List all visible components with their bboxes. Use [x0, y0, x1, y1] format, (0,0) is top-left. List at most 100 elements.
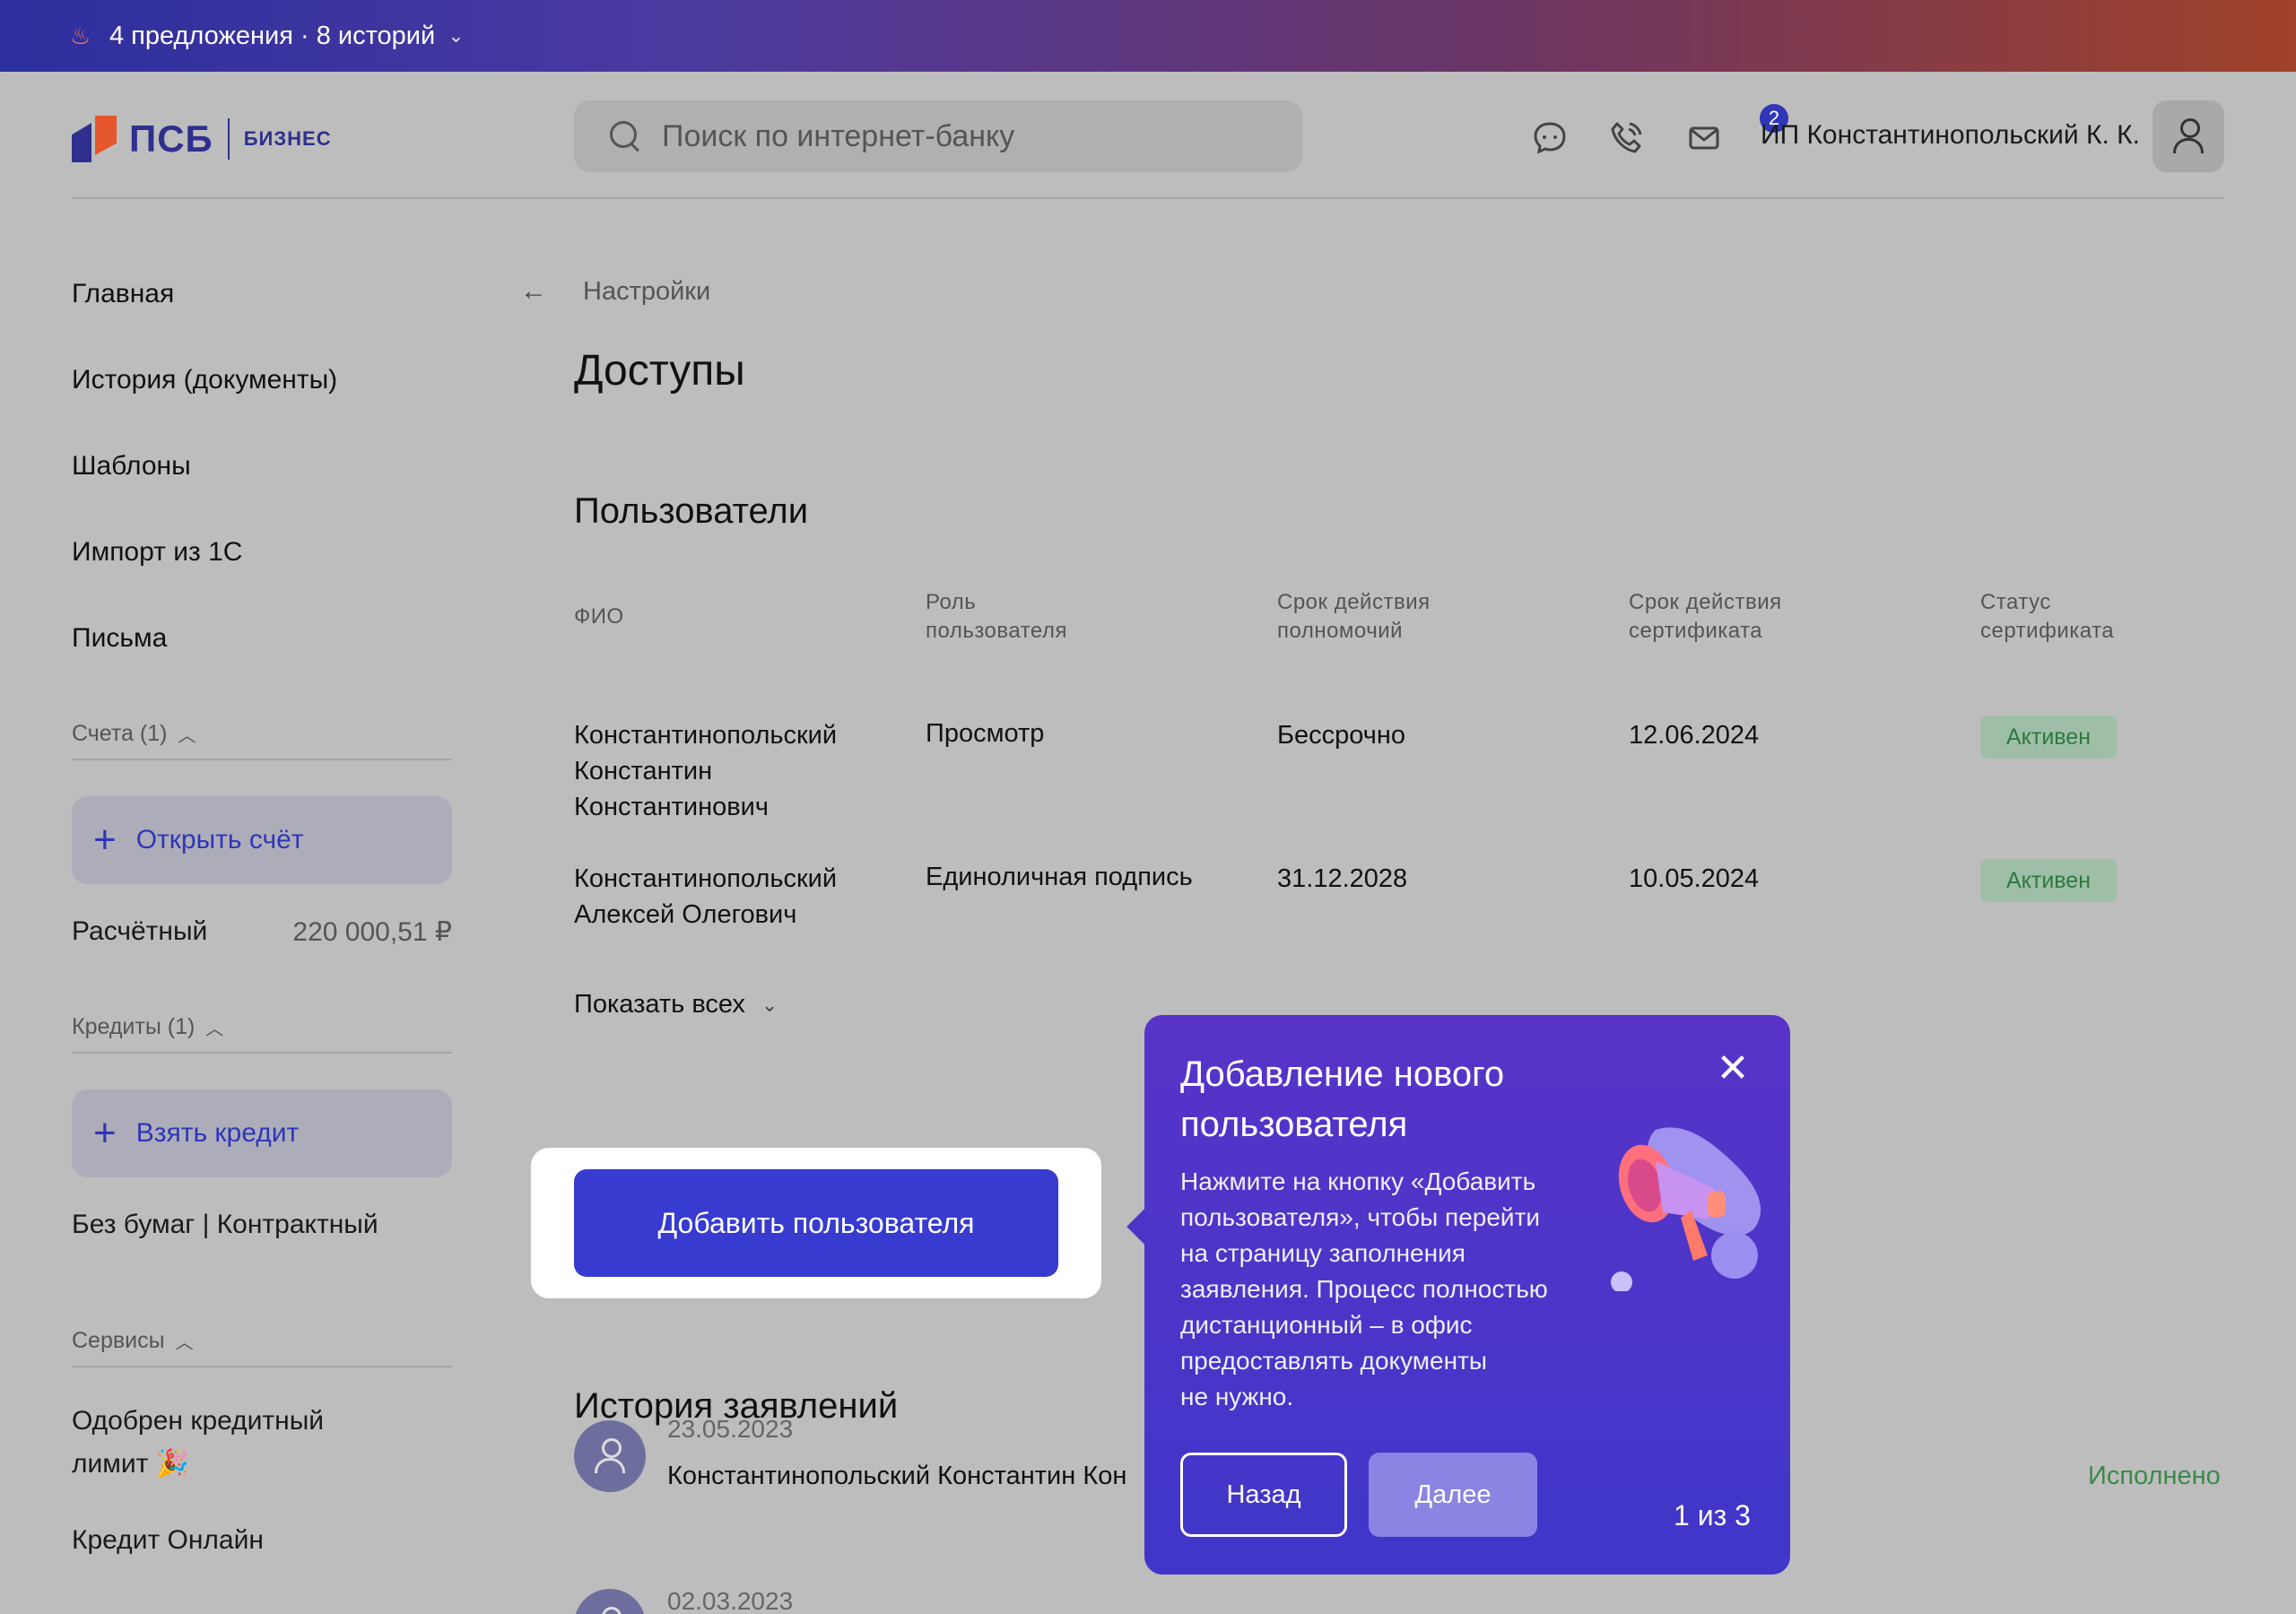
profile-button[interactable] [2152, 100, 2224, 172]
account-row[interactable]: Расчётный 220 000,51 ₽ [72, 916, 452, 948]
popover-text-line: Нажмите на кнопку «Добавить [1180, 1167, 1536, 1195]
sidebar-item-letters[interactable]: Письма [72, 620, 452, 721]
user-1-name-line2: Константин [574, 757, 713, 785]
user-row-1-cert: 12.06.2024 [1629, 721, 1760, 750]
user-row-2-cert: 10.05.2024 [1629, 864, 1760, 893]
popover-text-line: пользователя», чтобы перейти [1180, 1203, 1541, 1231]
sidebar-item-home[interactable]: Главная [72, 276, 452, 362]
popover-text-line: предоставлять документы [1180, 1347, 1488, 1375]
user-row-2-term: 31.12.2028 [1277, 864, 1408, 893]
column-header-status-line1: Статус [1980, 590, 2051, 614]
stories-promo-text: 4 предложения · 8 историй [109, 21, 436, 50]
search-input[interactable] [662, 118, 1290, 154]
psb-logo-mark-icon [72, 116, 117, 162]
user-row-2-name[interactable]: Константинопольский Алексей Олегович [574, 861, 837, 933]
popover-step-counter: 1 из 3 [1674, 1499, 1751, 1532]
user-row-1-name[interactable]: Константинопольский Константин Константи… [574, 717, 837, 825]
column-header-role-line1: Роль [926, 590, 977, 614]
credit-product[interactable]: Без бумаг | Контрактный [72, 1210, 452, 1240]
services-section-header[interactable]: Сервисы ︿ [72, 1328, 452, 1367]
user-row-1-term: Бессрочно [1277, 721, 1406, 750]
service-approved-limit-line1: Одобрен кредитный [72, 1406, 325, 1436]
mail-icon[interactable] [1683, 117, 1725, 158]
take-credit-label: Взять кредит [135, 1118, 300, 1148]
popover-text-line: на страницу заполнения [1180, 1239, 1465, 1267]
open-account-button[interactable]: + Открыть счёт [72, 796, 452, 884]
company-name[interactable]: ИП Константинопольский К. К. [1761, 120, 2140, 151]
column-header-term: Срок действия полномочий [1277, 588, 1431, 646]
plus-icon: + [93, 1111, 117, 1155]
accounts-section-header[interactable]: Счета (1) ︿ [72, 721, 452, 760]
credits-section-header[interactable]: Кредиты (1) ︿ [72, 1014, 452, 1054]
chevron-up-icon: ︿ [175, 1333, 194, 1353]
user-2-name-line2: Алексей Олегович [574, 900, 797, 929]
user-2-name-line1: Константинопольский [574, 864, 838, 893]
column-header-status-line2: сертификата [1980, 619, 2115, 643]
add-user-button[interactable]: Добавить пользователя [574, 1169, 1058, 1277]
users-section-title: Пользователи [574, 491, 809, 531]
avatar [574, 1589, 646, 1614]
sidebar-item-templates[interactable]: Шаблоны [72, 448, 452, 534]
user-row-1-role: Просмотр [926, 719, 1045, 748]
user-icon [595, 1607, 625, 1614]
show-all-button[interactable]: Показать всех ⌄ [574, 990, 778, 1020]
column-header-term-line1: Срок действия [1277, 590, 1431, 614]
megaphone-icon [1602, 1112, 1772, 1293]
avatar [574, 1420, 646, 1492]
phone-icon[interactable] [1606, 117, 1648, 158]
popover-next-button[interactable]: Далее [1369, 1453, 1537, 1537]
column-header-role: Роль пользователя [926, 588, 1067, 646]
sidebar-item-history[interactable]: История (документы) [72, 362, 452, 448]
popover-text: Нажмите на кнопку «Добавить пользователя… [1180, 1164, 1602, 1415]
history-item-2-date: 02.03.2023 [667, 1587, 794, 1614]
sidebar: Главная История (документы) Шаблоны Импо… [72, 276, 452, 1556]
close-icon[interactable]: ✕ [1713, 1049, 1752, 1090]
chevron-down-icon: ⌄ [448, 24, 465, 47]
service-approved-limit[interactable]: Одобрен кредитный лимит 🎉 [72, 1400, 452, 1486]
column-header-cert-line2: сертификата [1629, 619, 1763, 643]
chevron-down-icon: ⌄ [761, 993, 778, 1016]
search-icon [608, 119, 642, 153]
user-icon [2173, 118, 2204, 154]
account-name: Расчётный [72, 916, 208, 946]
sidebar-item-import-1c[interactable]: Импорт из 1С [72, 534, 452, 620]
breadcrumb-settings[interactable]: Настройки [583, 277, 710, 307]
chevron-up-icon: ︿ [178, 726, 196, 746]
psb-logo[interactable]: ПСБ БИЗНЕС [72, 113, 332, 165]
breadcrumb[interactable]: ← Настройки [520, 276, 710, 307]
user-icon [595, 1438, 625, 1474]
column-header-term-line2: полномочий [1277, 619, 1404, 643]
logo-main-text: ПСБ [129, 117, 213, 160]
open-account-label: Открыть счёт [135, 825, 304, 855]
take-credit-button[interactable]: + Взять кредит [72, 1089, 452, 1177]
credits-section-title: Кредиты (1) [72, 1014, 196, 1039]
onboarding-popover: Добавление нового пользователя ✕ Нажмите… [1126, 1015, 1790, 1575]
header: ПСБ БИЗНЕС 2 ИП Константинопольский К. К… [72, 72, 2224, 199]
popover-back-button[interactable]: Назад [1180, 1453, 1347, 1537]
popover-text-line: заявления. Процесс полностью [1180, 1275, 1548, 1303]
column-header-role-line2: пользователя [926, 619, 1067, 643]
arrow-left-icon[interactable]: ← [520, 276, 547, 307]
page: ПСБ БИЗНЕС 2 ИП Константинопольский К. К… [0, 72, 2296, 1614]
history-item-1-name[interactable]: Константинопольский Константин Кон [667, 1462, 1126, 1491]
user-1-name-line3: Константинович [574, 793, 769, 821]
show-all-label: Показать всех [574, 990, 745, 1019]
popover-tail [1126, 1209, 1162, 1245]
page-title: Доступы [574, 347, 745, 395]
service-approved-limit-line2: лимит 🎉 [72, 1449, 190, 1479]
column-header-cert: Срок действия сертификата [1629, 588, 1782, 646]
user-1-name-line1: Константинопольский [574, 721, 838, 750]
history-item-1-status: Исполнено [2088, 1462, 2221, 1490]
search-bar[interactable] [574, 100, 1302, 172]
user-row-2-role: Единоличная подпись [926, 863, 1193, 891]
logo-sub-text: БИЗНЕС [243, 127, 332, 150]
column-header-cert-line1: Срок действия [1629, 590, 1782, 614]
status-badge: Активен [1980, 859, 2117, 902]
logo-divider [227, 118, 230, 160]
stories-promo-bar[interactable]: ♨ 4 предложения · 8 историй ⌄ [0, 0, 2296, 72]
history-item-1-date: 23.05.2023 [667, 1415, 794, 1443]
chat-icon[interactable] [1529, 117, 1570, 158]
popover-text-line: дистанционный – в офис [1180, 1311, 1473, 1339]
account-amount: 220 000,51 ₽ [292, 917, 452, 947]
service-credit-online[interactable]: Кредит Онлайн [72, 1525, 452, 1556]
